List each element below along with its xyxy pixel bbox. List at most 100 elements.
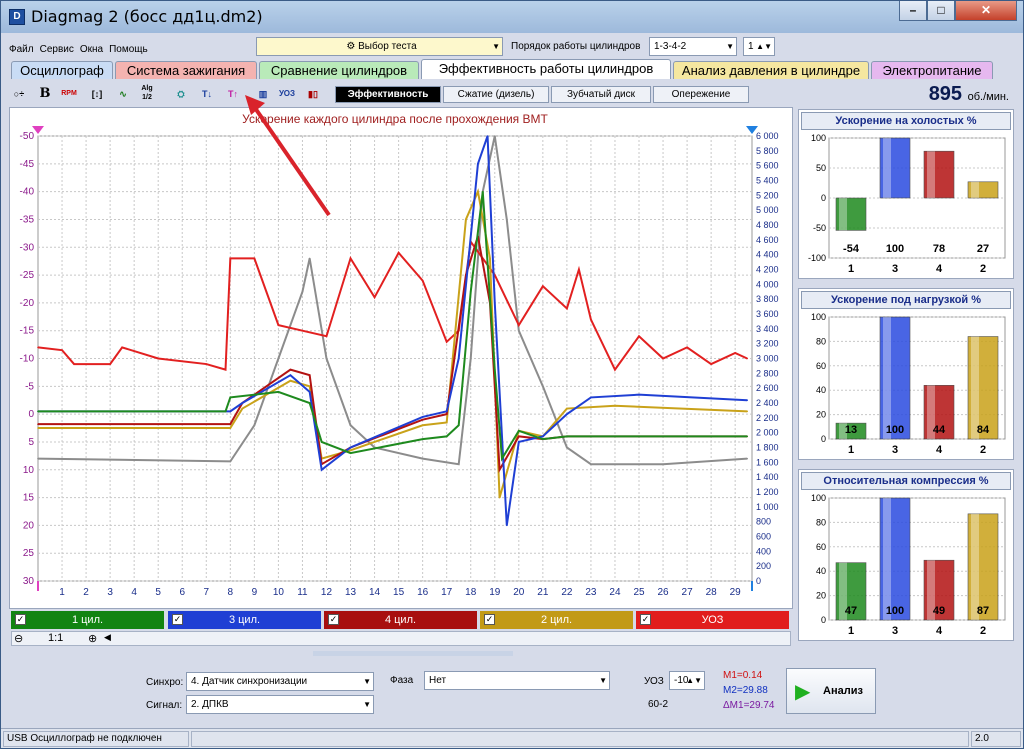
series-point (566, 407, 568, 410)
rpm-icon[interactable]: RPM (59, 84, 79, 104)
y-left-tick-label: 0 (28, 409, 34, 420)
series-point (320, 468, 323, 471)
series-point (465, 218, 467, 221)
legend-cyl-1[interactable]: ✓ 1 цил. (11, 611, 164, 629)
tab-efficiency[interactable]: Эффективность работы цилиндров (421, 59, 671, 79)
y-left-tick-label: 10 (23, 465, 35, 476)
legend-uoz[interactable]: ✓ УОЗ (636, 611, 789, 629)
y-right-tick-label: 5 000 (756, 205, 779, 215)
tab-power[interactable]: Электропитание (871, 61, 993, 79)
title-bar[interactable]: D Diagmag 2 (босс дд1ц.dm2) – □ ✕ (1, 1, 1023, 33)
chevron-down-icon: ▼ (492, 42, 500, 51)
bold-icon[interactable]: B (35, 84, 55, 104)
rpm-value: 895 (928, 83, 963, 105)
subtab-efficiency[interactable]: Эффективность (335, 86, 441, 103)
spin-arrows-icon: ▲▼ (756, 42, 772, 51)
series-point (37, 346, 39, 349)
status-spacer (191, 731, 969, 747)
uoz-label: УОЗ (644, 676, 664, 687)
minimize-button[interactable]: – (899, 1, 927, 21)
signal-select[interactable]: 2. ДПКВ ▼ (186, 695, 374, 714)
test-select[interactable]: ⚙ Выбор теста ▼ (256, 37, 503, 56)
series-point (457, 424, 460, 427)
series-point (229, 423, 232, 425)
tdc-icon[interactable]: T↓ (197, 84, 217, 104)
bar-highlight (883, 138, 891, 198)
x-tick-label: 5 (155, 587, 161, 598)
series-point (498, 496, 501, 499)
x-tick-label: 9 (252, 587, 258, 598)
tab-oscilloscope[interactable]: Осциллограф (11, 61, 113, 79)
series-point (498, 468, 501, 471)
uoz-spin[interactable]: -10 ▲▼ (669, 671, 705, 690)
legend-cyl-2[interactable]: ✓ 2 цил. (480, 611, 633, 629)
series-point (37, 423, 39, 425)
x-tick-label: 3 (107, 587, 113, 598)
horizontal-scrollbar[interactable]: ⊖ 1:1 ⊕ ◀ (11, 631, 791, 646)
curve-icon[interactable]: ∿ (113, 84, 133, 104)
x-tick-label: 26 (657, 587, 669, 598)
subtab-toothed-disk[interactable]: Зубчатый диск (551, 86, 651, 103)
subtab-compression[interactable]: Сжатие (дизель) (443, 86, 549, 103)
settings-icon: ⚙ (346, 41, 359, 52)
sync-label: Синхро: (146, 677, 184, 688)
annotation-arrow-icon (245, 95, 331, 217)
series-point (373, 296, 376, 299)
chevron-down-icon: ▼ (599, 676, 607, 685)
cylinder-order-select[interactable]: 1-3-4-2 ▼ (649, 37, 737, 56)
sensor-icon[interactable]: ⛭ (171, 84, 191, 104)
bar-category-label: 2 (980, 263, 986, 275)
series-point (590, 463, 592, 465)
x-tick-label: 23 (585, 587, 597, 598)
y-right-tick-label: 600 (756, 532, 771, 542)
close-button[interactable]: ✕ (955, 1, 1017, 21)
zoom-level: 1:1 (48, 632, 64, 644)
scroll-left-icon[interactable]: ◀ (104, 632, 111, 643)
subtab-advance[interactable]: Опережение (653, 86, 749, 103)
series-point (73, 363, 75, 365)
maximize-button[interactable]: □ (927, 1, 955, 21)
menu-service[interactable]: Сервис (40, 44, 74, 55)
y-left-tick-label: 30 (23, 576, 35, 587)
menu-help[interactable]: Помощь (109, 44, 148, 55)
tab-ignition[interactable]: Система зажигания (115, 61, 257, 79)
x-tick-label: 25 (633, 587, 645, 598)
series-point (61, 349, 63, 351)
algorithm-icon[interactable]: Alg 1/2 (137, 84, 157, 104)
x-tick-label: 24 (609, 587, 621, 598)
bar-value-label: -54 (843, 243, 860, 255)
marker-icon[interactable]: T↑ (223, 84, 243, 104)
series-point (469, 290, 472, 293)
tab-pressure[interactable]: Анализ давления в цилиндре (673, 61, 869, 79)
y-left-tick-label: -5 (25, 381, 34, 392)
y-right-tick-label: 5 200 (756, 190, 779, 200)
menu-windows[interactable]: Окна (80, 44, 103, 55)
series-point (277, 324, 280, 326)
zoom-in-icon[interactable]: ⊕ (88, 632, 97, 645)
efficiency-chart[interactable]: Ускорение каждого цилиндра после прохожд… (9, 107, 793, 609)
cursor-icon[interactable]: ○÷ (9, 84, 29, 104)
y-right-tick-label: 5 400 (756, 176, 779, 186)
series-point (253, 424, 256, 427)
series-point (229, 396, 232, 399)
idle-acceleration-panel: Ускорение на холостых % 100 50 0 -50 -100 -54… (798, 109, 1014, 279)
legend-cyl-4[interactable]: ✓ 4 цил. (324, 611, 477, 629)
cylinder-spin[interactable]: 1 ▲▼ (743, 37, 775, 56)
analyze-button[interactable]: ▶ Анализ (786, 668, 876, 714)
series-point (445, 341, 448, 343)
zoom-out-icon[interactable]: ⊖ (14, 632, 23, 645)
phase-select[interactable]: Нет ▼ (424, 671, 610, 690)
measure-icon[interactable]: [↕] (87, 84, 107, 104)
x-tick-label: 15 (393, 587, 405, 598)
legend-cyl-3[interactable]: ✓ 3 цил. (168, 611, 321, 629)
bar-category-label: 4 (936, 625, 943, 637)
sync-select[interactable]: 4. Датчик синхронизации ▼ (186, 672, 374, 691)
bar-y-tick-label: 20 (816, 591, 826, 601)
x-tick-label: 17 (441, 587, 453, 598)
y-left-tick-label: -30 (20, 242, 35, 253)
tab-cylinder-compare[interactable]: Сравнение цилиндров (259, 61, 419, 79)
splitter-handle[interactable] (313, 651, 513, 656)
chart-svg: Ускорение каждого цилиндра после прохожд… (20, 112, 779, 598)
menu-file[interactable]: Файл (9, 44, 34, 55)
series-point (486, 135, 489, 137)
